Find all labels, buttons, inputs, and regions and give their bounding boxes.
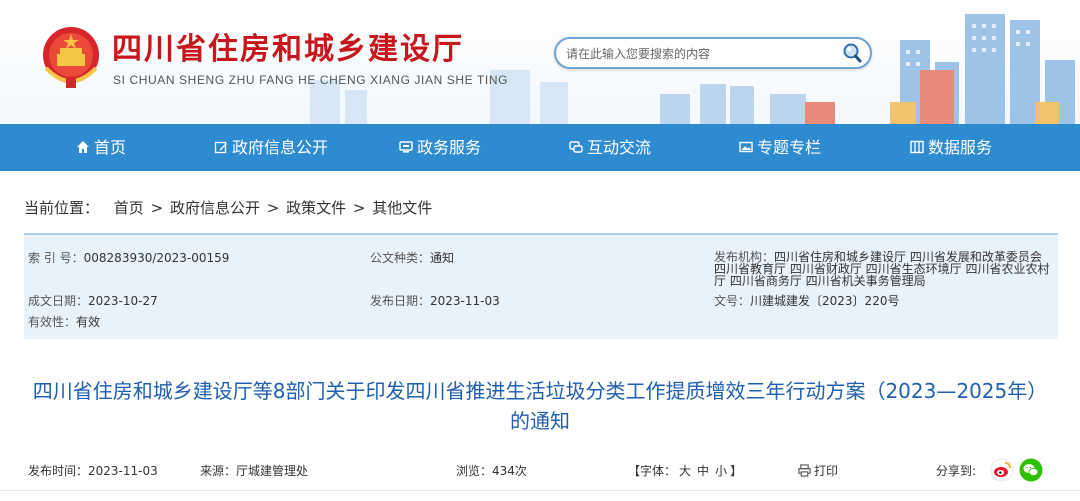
breadcrumb-home[interactable]: 首页: [114, 199, 144, 217]
grid-icon: [910, 140, 924, 154]
site-pinyin: SI CHUAN SHENG ZHU FANG HE CHENG XIANG J…: [113, 73, 509, 87]
breadcrumb-gov-info[interactable]: 政府信息公开: [170, 199, 260, 217]
breadcrumb-other[interactable]: 其他文件: [372, 199, 432, 217]
article-info-bar: 发布时间：2023-11-03 来源：厅城建管理处 浏览：434次 【字体：大中…: [0, 458, 1080, 488]
breadcrumb-separator: >: [150, 199, 164, 217]
article-source: 来源：厅城建管理处: [200, 464, 309, 478]
image-icon: [739, 141, 753, 153]
document-meta-panel: 索 引 号：008283930/2023-00159 公文种类：通知 发布机构：…: [24, 233, 1058, 339]
nav-item-gov-info[interactable]: 政府信息公开: [214, 124, 328, 171]
monitor-icon: [399, 141, 413, 153]
divider: [0, 490, 1080, 491]
breadcrumb-policy[interactable]: 政策文件: [286, 199, 346, 217]
nav-label: 数据服务: [928, 138, 993, 157]
search-box: [554, 37, 872, 69]
meta-validity: 有效性：有效: [28, 315, 101, 329]
search-input[interactable]: [566, 44, 836, 64]
nav-item-data[interactable]: 数据服务: [910, 124, 992, 171]
font-size-bracket: 】: [730, 464, 743, 478]
meta-doc-number: 文号：川建城建发〔2023〕220号: [714, 294, 900, 308]
weibo-share-icon[interactable]: [990, 458, 1014, 482]
share-label: 分享到:: [936, 464, 977, 478]
font-size-small-button[interactable]: 小: [715, 464, 727, 478]
nav-item-home[interactable]: 首页: [76, 124, 126, 171]
nav-label: 政务服务: [417, 138, 482, 157]
breadcrumb-separator: >: [266, 199, 280, 217]
edit-icon: [214, 141, 227, 154]
font-size-control: 【字体：大中小】: [628, 462, 742, 479]
font-size-medium-button[interactable]: 中: [697, 464, 709, 478]
nav-label: 专题专栏: [757, 138, 822, 157]
site-header: 四川省住房和城乡建设厅 SI CHUAN SHENG ZHU FANG HE C…: [0, 0, 1080, 124]
font-size-label: 【字体：: [628, 464, 677, 478]
national-emblem-icon: [43, 27, 99, 88]
view-count: 浏览：434次: [456, 464, 527, 478]
print-label: 打印: [814, 464, 839, 478]
printer-icon: [798, 464, 811, 477]
breadcrumb-label: 当前位置：: [24, 199, 100, 217]
wechat-share-icon[interactable]: [1019, 458, 1043, 482]
publish-time: 发布时间：2023-11-03: [28, 464, 158, 478]
meta-publisher: 发布机构：四川省住房和城乡建设厅 四川省发展和改革委员会 四川省教育厅 四川省财…: [714, 250, 1050, 288]
meta-created-date: 成文日期：2023-10-27: [28, 294, 158, 308]
breadcrumb-separator: >: [352, 199, 366, 217]
meta-doc-type: 公文种类：通知: [370, 251, 455, 265]
nav-item-interaction[interactable]: 互动交流: [569, 124, 651, 171]
nav-label: 首页: [94, 138, 127, 157]
meta-index: 索 引 号：008283930/2023-00159: [28, 251, 230, 265]
font-size-large-button[interactable]: 大: [679, 464, 691, 478]
nav-item-topics[interactable]: 专题专栏: [739, 124, 821, 171]
search-icon[interactable]: [840, 41, 864, 65]
site-title[interactable]: 四川省住房和城乡建设厅: [112, 24, 464, 68]
article-title: 四川省住房和城乡建设厅等8部门关于印发四川省推进生活垃圾分类工作提质增效三年行动…: [32, 379, 1048, 433]
meta-publish-date: 发布日期：2023-11-03: [370, 294, 500, 308]
nav-item-services[interactable]: 政务服务: [399, 124, 481, 171]
home-icon: [77, 141, 89, 153]
nav-label: 互动交流: [587, 138, 652, 157]
print-button[interactable]: 打印: [798, 462, 838, 479]
chat-icon: [569, 141, 583, 153]
breadcrumb: 当前位置： 首页 > 政府信息公开 > 政策文件 > 其他文件: [24, 197, 432, 218]
main-nav: 首页 政府信息公开 政务服务 互动交流 专题专栏 数据服务: [0, 124, 1080, 171]
nav-label: 政府信息公开: [232, 138, 329, 157]
